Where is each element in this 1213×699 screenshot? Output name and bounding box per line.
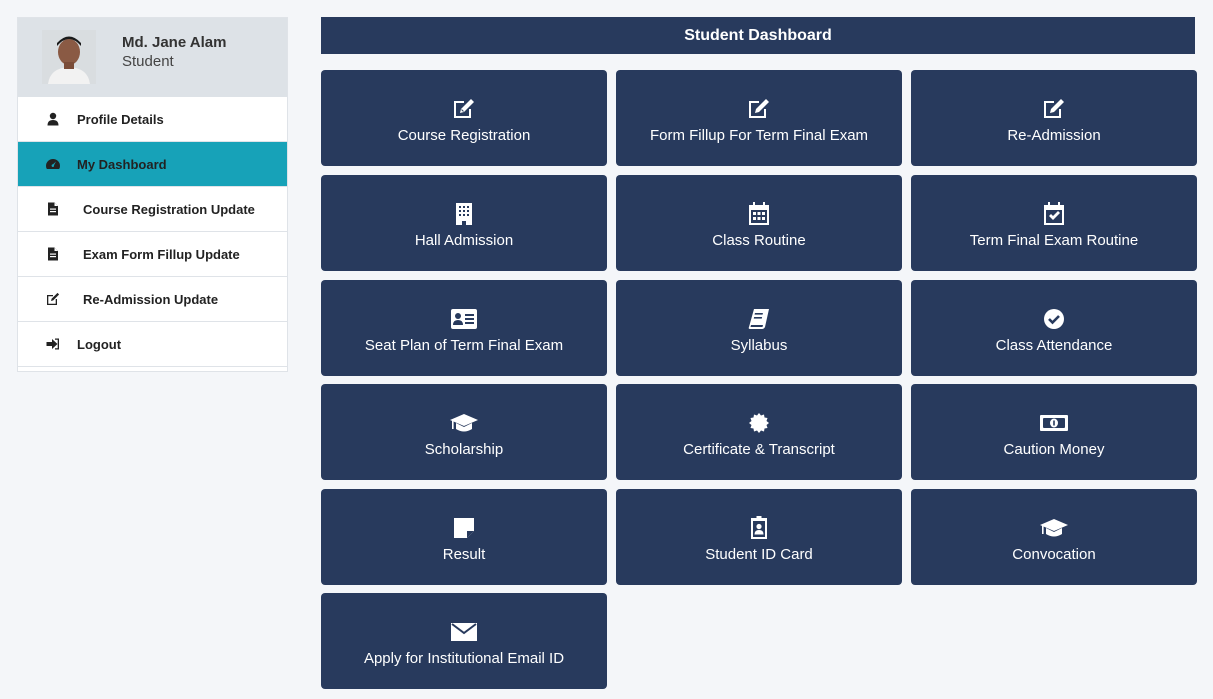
tile-class-attendance[interactable]: Class Attendance <box>911 280 1197 376</box>
tile-label: Seat Plan of Term Final Exam <box>364 336 564 354</box>
tile-result[interactable]: Result <box>321 489 607 585</box>
tile-caution-money[interactable]: Caution Money <box>911 384 1197 480</box>
tile-class-routine[interactable]: Class Routine <box>616 175 902 271</box>
sidebar-item-label: Profile Details <box>77 111 164 127</box>
tile-label: Class Routine <box>712 231 806 249</box>
tile-label: Class Attendance <box>995 336 1113 354</box>
tile-label: Hall Admission <box>414 231 514 249</box>
tile-label: Re-Admission <box>1007 126 1101 144</box>
sidebar-item-my-dashboard[interactable]: My Dashboard <box>18 142 287 187</box>
edit-icon <box>747 97 771 121</box>
building-icon <box>455 202 473 226</box>
profile-role: Student <box>122 53 174 70</box>
certificate-icon <box>748 411 770 435</box>
tile-label: Apply for Institutional Email ID <box>363 649 565 667</box>
sidebar-item-exam-form-fillup-update[interactable]: Exam Form Fillup Update <box>18 232 287 277</box>
edit-icon <box>452 97 476 121</box>
tile-label: Form Fillup For Term Final Exam <box>649 126 869 144</box>
tile-label: Result <box>442 545 486 563</box>
profile-name: Md. Jane Alam <box>122 34 227 51</box>
money-icon <box>1039 411 1069 435</box>
sidebar-item-profile-details[interactable]: Profile Details <box>18 97 287 142</box>
tile-form-fillup[interactable]: Form Fillup For Term Final Exam <box>616 70 902 166</box>
tile-course-registration[interactable]: Course Registration <box>321 70 607 166</box>
tile-syllabus[interactable]: Syllabus <box>616 280 902 376</box>
user-icon <box>43 111 63 127</box>
tile-label: Certificate & Transcript <box>683 440 835 458</box>
id-badge-icon <box>750 515 768 540</box>
tile-term-final-exam-routine[interactable]: Term Final Exam Routine <box>911 175 1197 271</box>
envelope-icon <box>450 620 478 644</box>
tile-label: Convocation <box>1012 545 1096 563</box>
sidebar-item-label: Re-Admission Update <box>83 291 219 307</box>
dashboard-icon <box>43 156 63 172</box>
book-icon <box>748 307 770 331</box>
tile-label: Term Final Exam Routine <box>969 231 1139 249</box>
sidebar: Md. Jane Alam Student Profile Details My… <box>17 17 288 372</box>
avatar <box>42 30 96 84</box>
sidebar-item-re-admission-update[interactable]: Re-Admission Update <box>18 277 287 322</box>
graduation-cap-icon <box>449 411 479 435</box>
tile-label: Scholarship <box>424 440 504 458</box>
sign-out-icon <box>43 336 63 352</box>
sidebar-item-label: Logout <box>77 336 122 352</box>
tile-re-admission[interactable]: Re-Admission <box>911 70 1197 166</box>
sidebar-item-course-registration-update[interactable]: Course Registration Update <box>18 187 287 232</box>
tile-label: Course Registration <box>397 126 531 144</box>
edit-icon <box>43 291 63 307</box>
profile-card: Md. Jane Alam Student <box>18 18 287 97</box>
sidebar-item-label: Exam Form Fillup Update <box>83 246 240 262</box>
tile-certificate-transcript[interactable]: Certificate & Transcript <box>616 384 902 480</box>
tile-seat-plan[interactable]: Seat Plan of Term Final Exam <box>321 280 607 376</box>
tile-label: Caution Money <box>1003 440 1105 458</box>
sidebar-item-label: Course Registration Update <box>83 201 255 217</box>
file-icon <box>43 201 63 217</box>
tile-hall-admission[interactable]: Hall Admission <box>321 175 607 271</box>
id-card-icon <box>450 307 478 331</box>
tile-student-id-card[interactable]: Student ID Card <box>616 489 902 585</box>
edit-icon <box>1042 97 1066 121</box>
sidebar-item-label: My Dashboard <box>77 156 167 172</box>
sticky-note-icon <box>453 516 475 540</box>
tile-label: Syllabus <box>730 336 788 354</box>
file-icon <box>43 246 63 262</box>
check-circle-icon <box>1043 307 1065 331</box>
tile-institutional-email[interactable]: Apply for Institutional Email ID <box>321 593 607 689</box>
calendar-icon <box>748 201 770 226</box>
sidebar-item-logout[interactable]: Logout <box>18 322 287 367</box>
page-title: Student Dashboard <box>321 17 1195 54</box>
tile-label: Student ID Card <box>705 545 813 563</box>
tile-scholarship[interactable]: Scholarship <box>321 384 607 480</box>
tile-convocation[interactable]: Convocation <box>911 489 1197 585</box>
graduation-cap-icon <box>1039 516 1069 540</box>
calendar-check-icon <box>1043 201 1065 226</box>
